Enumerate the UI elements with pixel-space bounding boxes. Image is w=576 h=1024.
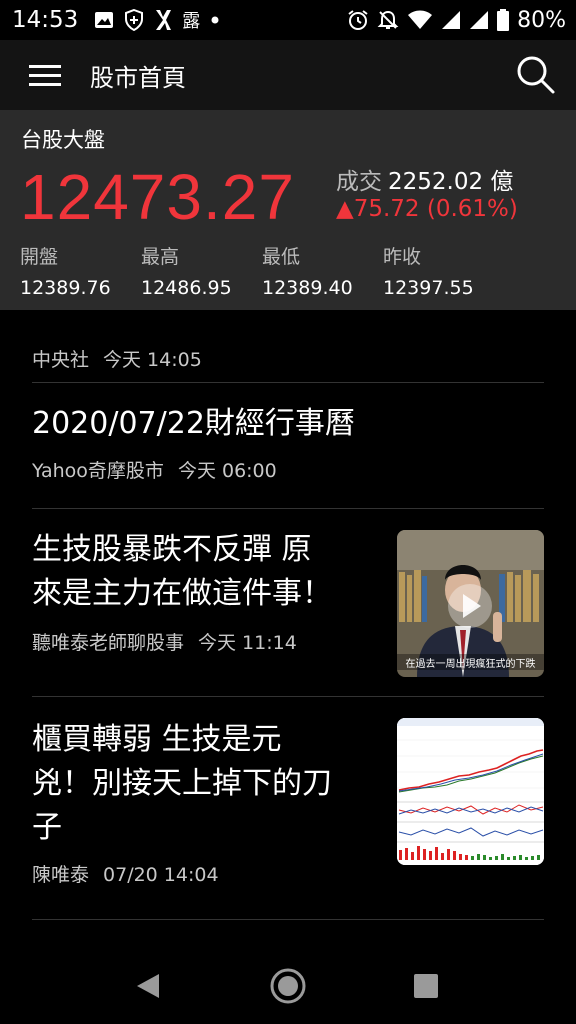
index-value: 12473.27 xyxy=(20,161,295,233)
home-circle-icon xyxy=(270,968,306,1004)
video-thumbnail[interactable]: 在過去一周出現瘋狂式的下跌 xyxy=(397,530,544,677)
stat-low: 最低 12389.40 xyxy=(262,242,383,299)
status-time: 14:53 xyxy=(12,7,79,33)
stat-label: 開盤 xyxy=(20,246,59,268)
news-source: 陳唯泰 xyxy=(32,864,90,886)
chart-thumbnail[interactable] xyxy=(397,718,544,865)
mute-icon xyxy=(377,9,399,31)
status-bar: 14:53 露 80% xyxy=(0,0,576,40)
news-item[interactable]: 生技股暴跌不反彈 原 來是主力在做這件事！ 聽唯泰老師聊股事今天 11:14 xyxy=(32,528,544,677)
stat-value: 12389.40 xyxy=(262,277,353,299)
menu-button[interactable] xyxy=(0,40,90,110)
stat-value: 12486.95 xyxy=(141,277,232,299)
stat-label: 最高 xyxy=(141,246,180,268)
volume-label: 成交 xyxy=(336,169,382,195)
video-caption: 在過去一周出現瘋狂式的下跌 xyxy=(405,659,536,670)
volume-value: 2252.02 億 xyxy=(388,169,514,195)
divider xyxy=(32,382,544,383)
recents-square-icon xyxy=(414,974,438,998)
back-triangle-icon xyxy=(137,974,159,998)
news-item[interactable]: 中央社 今天 14:05 xyxy=(32,310,544,372)
divider xyxy=(32,696,544,697)
news-time: 今天 11:14 xyxy=(198,632,297,654)
news-list[interactable]: 中央社 今天 14:05 2020/07/22財經行事曆 Yahoo奇摩股市 今天 … xyxy=(0,310,576,940)
stat-value: 12389.76 xyxy=(20,277,111,299)
index-summary-panel[interactable]: 台股大盤 12473.27 成交 2252.02 億 ▲75.72 (0.61%)… xyxy=(0,110,576,310)
stat-prev-close: 昨收 12397.55 xyxy=(383,242,504,299)
news-meta: 中央社 今天 14:05 xyxy=(32,345,544,372)
app-bar: 股市首頁 xyxy=(0,40,576,110)
page-title: 股市首頁 xyxy=(90,63,186,92)
image-icon xyxy=(94,10,114,30)
index-name: 台股大盤 xyxy=(21,128,105,152)
index-change: ▲75.72 (0.61%) xyxy=(336,196,518,222)
dot-icon xyxy=(210,15,220,25)
stat-label: 昨收 xyxy=(383,246,422,268)
divider xyxy=(32,919,544,920)
back-button[interactable] xyxy=(126,964,170,1008)
battery-percent: 80% xyxy=(517,7,566,33)
volume: 成交 2252.02 億 xyxy=(336,162,513,196)
divider xyxy=(32,508,544,509)
system-nav-bar xyxy=(0,944,576,1024)
wifi-icon xyxy=(407,9,433,31)
news-title: 2020/07/22財經行事曆 xyxy=(32,406,355,441)
news-source: 中央社 xyxy=(32,349,90,371)
news-meta: Yahoo奇摩股市 今天 06:00 xyxy=(32,456,544,483)
search-button[interactable] xyxy=(496,40,576,110)
news-time: 07/20 14:04 xyxy=(103,864,219,886)
search-icon xyxy=(517,56,555,94)
lu-icon: 露 xyxy=(182,11,201,32)
news-item[interactable]: 2020/07/22財經行事曆 Yahoo奇摩股市 今天 06:00 xyxy=(32,402,544,483)
shield-icon xyxy=(124,9,144,31)
news-time: 今天 06:00 xyxy=(177,460,277,482)
stock-chart-image xyxy=(397,718,544,865)
stat-value: 12397.55 xyxy=(383,277,474,299)
alarm-icon xyxy=(347,9,369,31)
hamburger-menu-icon xyxy=(29,65,61,86)
news-source: 聽唯泰老師聊股事 xyxy=(32,632,185,654)
signal-icon xyxy=(441,10,461,30)
index-stats: 開盤 12389.76 最高 12486.95 最低 12389.40 昨收 1… xyxy=(20,242,504,299)
stat-label: 最低 xyxy=(262,246,301,268)
signal-icon xyxy=(469,10,489,30)
news-item[interactable]: 櫃買轉弱 生技是元 兇！別接天上掉下的刀 子 陳唯泰 07/20 14:04 xyxy=(32,718,544,887)
app-x-icon xyxy=(154,9,172,31)
home-button[interactable] xyxy=(266,964,310,1008)
news-time: 今天 14:05 xyxy=(103,349,202,371)
recents-button[interactable] xyxy=(404,964,448,1008)
stat-high: 最高 12486.95 xyxy=(141,242,262,299)
battery-icon xyxy=(497,9,510,31)
stat-open: 開盤 12389.76 xyxy=(20,242,141,299)
news-source: Yahoo奇摩股市 xyxy=(32,460,164,482)
